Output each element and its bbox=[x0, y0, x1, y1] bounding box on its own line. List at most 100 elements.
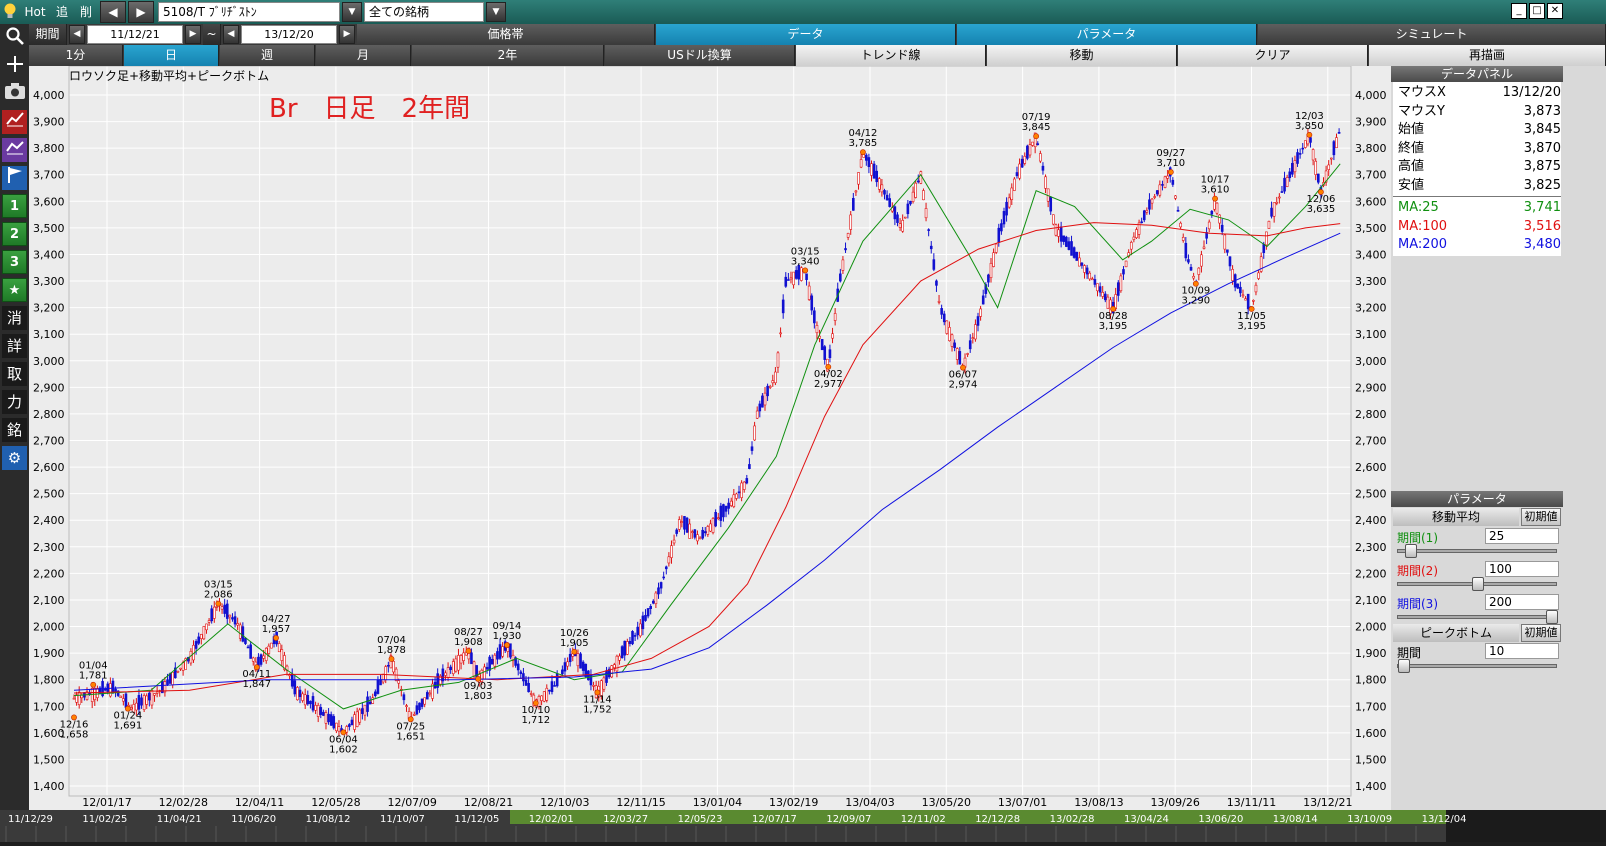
chart-area[interactable]: 1,400 1,400 1,500 1,500 1,600 1,600 1,700 1,700… bbox=[29, 66, 1391, 810]
peak-value-label: 3,635 bbox=[1307, 204, 1336, 215]
input-button[interactable]: 力 bbox=[2, 390, 27, 414]
y-tick-label-right: 3,800 bbox=[1355, 142, 1387, 155]
plus-icon[interactable] bbox=[2, 54, 27, 78]
candle-body bbox=[1062, 235, 1066, 242]
ma-period-field[interactable]: 100 bbox=[1485, 561, 1559, 577]
peak-value-label: 1,905 bbox=[560, 638, 589, 649]
tab-simulate[interactable]: シミュレート bbox=[1258, 24, 1606, 45]
timeframe-2year[interactable]: 2年 bbox=[412, 45, 604, 66]
stock-button[interactable]: 銘 bbox=[2, 418, 27, 442]
tab-data[interactable]: データ bbox=[656, 24, 956, 45]
period-start-prev-button[interactable]: ◀ bbox=[69, 25, 85, 44]
move-button[interactable]: 移動 bbox=[987, 45, 1177, 66]
candle-body bbox=[1189, 266, 1193, 271]
candle-body bbox=[709, 523, 712, 532]
period-end-next-button[interactable]: ▶ bbox=[339, 25, 355, 44]
trade-button[interactable]: 取 bbox=[2, 362, 27, 386]
flag-icon[interactable] bbox=[2, 166, 27, 190]
indicator-chart-icon[interactable] bbox=[2, 138, 27, 162]
x-tick-label: 12/02/28 bbox=[159, 796, 208, 809]
ma-reset-button[interactable]: 初期値 bbox=[1521, 508, 1561, 526]
slider-knob[interactable] bbox=[1398, 659, 1410, 673]
layout-3-button[interactable]: 3 bbox=[2, 250, 27, 274]
redraw-button[interactable]: 再描画 bbox=[1369, 45, 1606, 66]
usd-convert-button[interactable]: USドル換算 bbox=[605, 45, 795, 66]
delete-button[interactable]: 削 bbox=[76, 2, 96, 22]
lightbulb-icon[interactable] bbox=[2, 2, 18, 22]
candle-body bbox=[96, 688, 99, 698]
candle-body bbox=[1246, 293, 1250, 310]
ma-period-field[interactable]: 200 bbox=[1485, 594, 1559, 610]
period-start-next-button[interactable]: ▶ bbox=[185, 25, 201, 44]
y-tick-label-right: 2,300 bbox=[1355, 541, 1387, 554]
timeframe-1min[interactable]: 1分 bbox=[29, 45, 123, 66]
clear-button[interactable]: クリア bbox=[1178, 45, 1368, 66]
timeframe-day[interactable]: 日 bbox=[124, 45, 219, 66]
market-select[interactable]: 全ての銘柄 bbox=[364, 2, 484, 22]
candle-body bbox=[675, 529, 678, 534]
candle-body bbox=[277, 643, 281, 653]
candle-body bbox=[324, 712, 328, 724]
pb-period-slider[interactable] bbox=[1397, 659, 1557, 673]
x-tick-label: 13/01/04 bbox=[693, 796, 742, 809]
detail-button[interactable]: 詳 bbox=[2, 334, 27, 358]
layout-1-button[interactable]: 1 bbox=[2, 194, 27, 218]
next-stock-button[interactable]: ▶ bbox=[128, 1, 154, 23]
peak-value-label: 1,957 bbox=[262, 624, 291, 635]
y-tick-label: 3,400 bbox=[33, 248, 65, 261]
candle-body bbox=[449, 666, 452, 670]
chevron-down-icon[interactable]: ▼ bbox=[486, 2, 506, 22]
erase-button[interactable]: 消 bbox=[2, 306, 27, 330]
stock-field[interactable]: 5108/T ﾌﾞﾘﾁﾞｽﾄﾝ bbox=[158, 2, 340, 22]
y-tick-label-right: 3,300 bbox=[1355, 275, 1387, 288]
pb-reset-button[interactable]: 初期値 bbox=[1521, 624, 1561, 642]
end-date-field[interactable]: 13/12/20 bbox=[241, 25, 337, 44]
add-button[interactable]: 追 bbox=[52, 2, 72, 22]
data-panel-header: データパネル bbox=[1391, 66, 1563, 82]
timeframe-month[interactable]: 月 bbox=[316, 45, 411, 66]
close-button[interactable]: ✕ bbox=[1547, 3, 1563, 19]
ma-period-slider[interactable] bbox=[1397, 577, 1557, 591]
candle-body bbox=[1020, 158, 1024, 168]
chevron-down-icon[interactable]: ▼ bbox=[342, 2, 362, 22]
prev-stock-button[interactable]: ◀ bbox=[100, 1, 126, 23]
minimize-button[interactable]: _ bbox=[1511, 3, 1527, 19]
y-tick-label-right: 3,100 bbox=[1355, 328, 1387, 341]
ma-period-slider[interactable] bbox=[1397, 544, 1557, 558]
candle-body bbox=[1332, 141, 1336, 156]
star-icon[interactable]: ★ bbox=[2, 278, 27, 302]
gear-icon[interactable]: ⚙ bbox=[2, 446, 27, 470]
candle-body bbox=[1075, 251, 1079, 261]
data-panel-row: MA:200 3,480 bbox=[1396, 236, 1563, 254]
trendline-button[interactable]: トレンド線 bbox=[796, 45, 986, 66]
start-date-field[interactable]: 11/12/21 bbox=[87, 25, 183, 44]
hot-button[interactable]: Hot bbox=[22, 2, 48, 22]
y-tick-label: 2,400 bbox=[33, 514, 65, 527]
search-icon[interactable] bbox=[2, 26, 27, 50]
slider-knob[interactable] bbox=[1472, 577, 1484, 591]
camera-icon[interactable] bbox=[2, 82, 27, 106]
tab-price-range[interactable]: 価格帯 bbox=[357, 24, 655, 45]
slider-knob[interactable] bbox=[1405, 544, 1418, 558]
period-end-prev-button[interactable]: ◀ bbox=[223, 25, 239, 44]
tab-parameters[interactable]: パラメータ bbox=[957, 24, 1257, 45]
candle-body bbox=[1301, 147, 1305, 150]
candle-body bbox=[490, 658, 494, 665]
candle-body bbox=[857, 172, 860, 185]
candle-body bbox=[870, 163, 873, 176]
slider-knob[interactable] bbox=[1546, 610, 1558, 624]
ma-period-slider[interactable] bbox=[1397, 610, 1558, 624]
candle-body bbox=[651, 600, 655, 604]
ma-period-field[interactable]: 25 bbox=[1485, 528, 1559, 544]
timeframe-week[interactable]: 週 bbox=[220, 45, 315, 66]
restore-button[interactable]: □ bbox=[1529, 3, 1545, 19]
candle-body bbox=[1283, 177, 1286, 192]
pb-period-field[interactable]: 10 bbox=[1485, 643, 1559, 659]
bottom-date-label: 12/03/27 bbox=[603, 814, 648, 825]
y-tick-label: 3,500 bbox=[33, 222, 65, 235]
line-chart-icon[interactable] bbox=[2, 110, 27, 134]
candle-body bbox=[1337, 131, 1341, 134]
peak-value-label: 3,610 bbox=[1201, 185, 1230, 196]
layout-2-button[interactable]: 2 bbox=[2, 222, 27, 246]
bottom-date-scroller[interactable]: 11/12/29 11/02/25 11/04/21 11/06/20 11/08/12… bbox=[0, 810, 1606, 842]
